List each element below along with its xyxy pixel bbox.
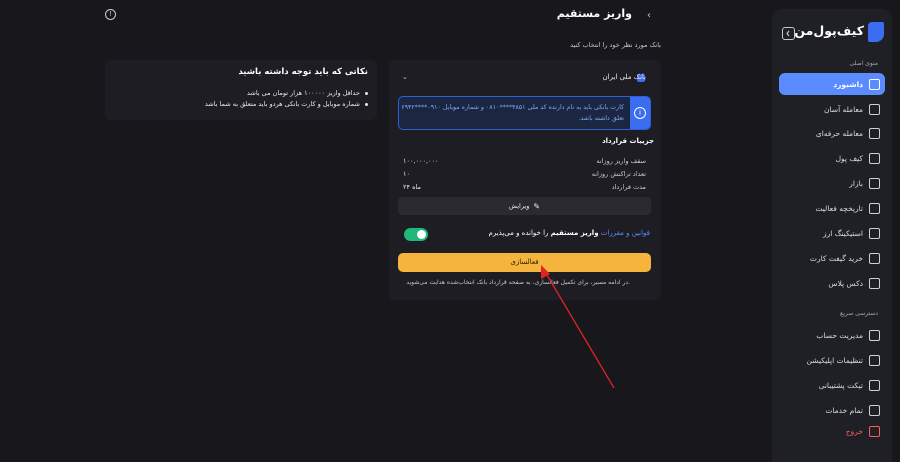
sidebar-item-all-services[interactable]: تمام خدمات [779, 399, 885, 421]
daily-limit-value: ۱۰۰,۰۰۰,۰۰۰ [403, 157, 439, 165]
edit-button[interactable]: ویرایش ✎ [398, 197, 651, 215]
sidebar-item-label: دکس پلاس [828, 278, 863, 288]
logout-icon [869, 425, 880, 437]
tip-text: حداقل واریز ۱۰۰۰۰۰ هزار تومان می باشد [246, 89, 360, 97]
terms-bold-text: واریز مستقیم [550, 229, 599, 237]
settings-icon [869, 354, 880, 366]
info-icon: i [634, 107, 646, 119]
sidebar-item-label: استیکینگ ارز [823, 228, 863, 238]
sidebar-item-label: معامله حرفه‌ای [815, 128, 863, 138]
sidebar-item-gift-card[interactable]: خرید گیفت کارت [779, 247, 885, 269]
account-icon [869, 329, 880, 341]
edit-button-label: ویرایش [508, 202, 530, 210]
sidebar-item-label: کیف پول [835, 153, 863, 163]
info-alert-side: i [630, 97, 650, 129]
bullet-icon [365, 102, 368, 106]
page-subtitle: بانک مورد نظر خود را انتخاب کنید [570, 41, 661, 49]
tip-item: شماره موبایل و کارت بانکی هردو باید متعل… [205, 100, 368, 108]
tip-text: شماره موبایل و کارت بانکی هردو باید متعل… [204, 100, 360, 108]
sidebar-item-activity-history[interactable]: تاریخچه فعالیت [779, 197, 885, 219]
sidebar-item-dashboard[interactable]: داشبورد [779, 73, 885, 95]
sidebar-item-wallet[interactable]: کیف پول [779, 147, 885, 169]
bullet-icon [365, 91, 368, 95]
sidebar-item-label: تمام خدمات [825, 405, 863, 415]
brand-name: کیف‌پول‌من [794, 23, 864, 38]
contract-details-title: جزییات قرارداد [602, 137, 654, 145]
market-icon [869, 177, 880, 189]
sidebar-item-label: تیکت پشتیبانی [818, 380, 863, 390]
quick-access-title: دسترسی سریع [840, 310, 878, 317]
sidebar-item-app-settings[interactable]: تنظیمات اپلیکیشن [779, 349, 885, 371]
sidebar-item-pro-trade[interactable]: معامله حرفه‌ای [779, 122, 885, 144]
terms-link[interactable]: قوانین و مقررات [601, 229, 650, 237]
sidebar-item-label: بازار [849, 178, 863, 188]
dex-plus-icon [869, 277, 880, 289]
sidebar-item-staking[interactable]: استیکینگ ارز [779, 222, 885, 244]
page-title: واریز مستقیم [556, 7, 632, 20]
sidebar-item-label: تنظیمات اپلیکیشن [806, 355, 863, 365]
tips-title: نکاتی که باید توجه داشته باشید [238, 67, 368, 77]
contract-duration-value: ۲۴ ماه [403, 183, 421, 191]
sidebar-item-label: داشبورد [833, 79, 863, 89]
sidebar-item-label: خرید گیفت کارت [809, 253, 863, 263]
dashboard-icon [869, 78, 880, 90]
sidebar-item-account-management[interactable]: مدیریت حساب [779, 324, 885, 346]
chevron-down-icon[interactable]: ⌄ [402, 73, 408, 81]
daily-limit-label: سقف واریز روزانه [596, 157, 646, 165]
contract-duration-label: مدت قرارداد [611, 183, 646, 191]
sidebar-item-market[interactable]: بازار [779, 172, 885, 194]
sidebar-item-support-ticket[interactable]: تیکت پشتیبانی [779, 374, 885, 396]
daily-tx-count-value: ۱۰ [403, 170, 410, 178]
easy-trade-icon [869, 103, 880, 115]
help-icon[interactable]: ! [105, 9, 116, 20]
info-alert-text: کارت بانکی باید به نام دارنده کد ملی ۴۸۵… [401, 104, 624, 122]
tip-item: حداقل واریز ۱۰۰۰۰۰ هزار تومان می باشد [247, 89, 368, 97]
main-menu-title: منوی اصلی [849, 60, 878, 67]
sidebar-item-label: تاریخچه فعالیت [815, 203, 863, 213]
annotation-arrow [541, 265, 615, 389]
pro-trade-icon [869, 127, 880, 139]
sidebar-item-label: معامله آسان [824, 104, 863, 114]
toggle-knob [417, 230, 426, 239]
history-icon [869, 202, 880, 214]
brand-logo[interactable]: کیف‌پول‌من [794, 21, 884, 43]
pencil-icon: ✎ [533, 201, 541, 211]
sidebar-item-easy-trade[interactable]: معامله آسان [779, 98, 885, 120]
logo-mark-icon [868, 22, 884, 42]
sidebar-item-label: مدیریت حساب [816, 330, 863, 340]
gift-card-icon [869, 252, 880, 264]
bank-select[interactable]: بانک ملی ایران [603, 73, 647, 81]
sidebar-item-dex-plus[interactable]: دکس پلاس [779, 272, 885, 294]
terms-agreement: قوانین و مقررات واریز مستقیم را خوانده و… [489, 229, 651, 237]
terms-toggle[interactable] [404, 228, 428, 241]
collapse-sidebar-icon[interactable] [782, 27, 795, 40]
sidebar-item-label: خروج [845, 426, 863, 436]
services-icon [869, 404, 880, 416]
staking-icon [869, 227, 880, 239]
wallet-icon [869, 152, 880, 164]
terms-rest-text: را خوانده و می‌پذیرم [488, 229, 549, 237]
ticket-icon [869, 379, 880, 391]
arrow-line [543, 269, 615, 389]
back-chevron-icon[interactable]: ‹ [647, 10, 651, 21]
sidebar-item-logout[interactable]: خروج [779, 420, 885, 442]
daily-tx-count-label: تعداد تراکنش روزانه [591, 170, 646, 178]
info-alert: i کارت بانکی باید به نام دارنده کد ملی ۴… [398, 96, 651, 130]
